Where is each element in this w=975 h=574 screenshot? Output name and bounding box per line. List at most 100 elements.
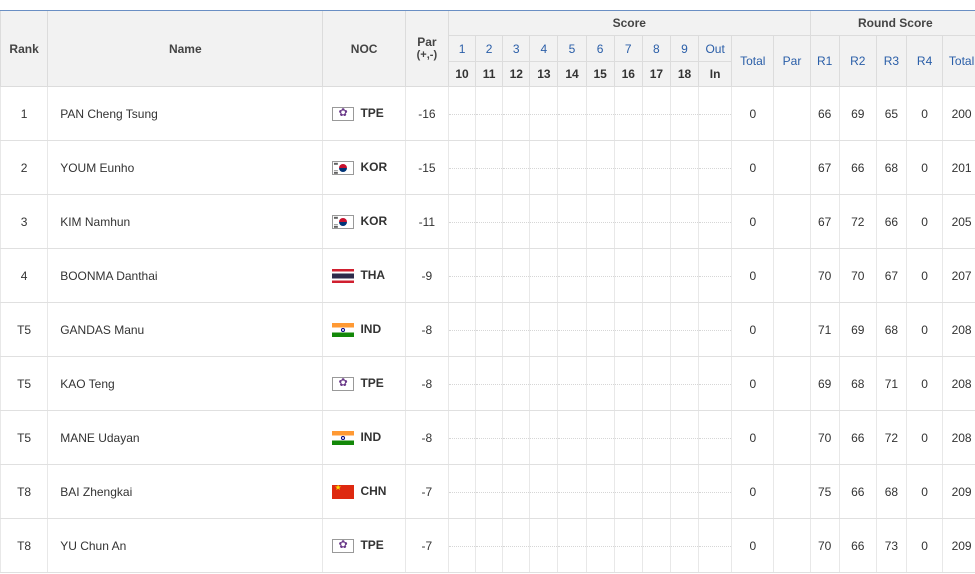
r4-cell: 0 [905,410,943,465]
table-row[interactable]: T5 MANE Udayan IND -8 0 70 66 72 0 208 [0,410,975,465]
col-rank: Rank [0,11,48,87]
group-score: Score [447,11,811,36]
col-par: Par (+,-) [404,11,449,87]
score-par-cell [773,464,811,519]
hole-score-cell [669,140,699,195]
hole-score-cell [529,464,559,519]
hole-score-cell [698,140,732,195]
r3-cell: 68 [875,302,907,357]
r2-cell: 66 [838,140,877,195]
r4-cell: 0 [905,194,943,249]
table-row[interactable]: 1PAN Cheng TsungTPE-1606669650200 [0,86,975,141]
hole-score-cell [613,86,643,141]
hole-score-cell [502,302,530,357]
r1-cell: 70 [809,518,840,573]
r2-cell: 66 [838,464,877,519]
hole-score-cell [447,464,476,519]
score-par-cell [773,86,811,141]
r2-cell: 69 [838,302,877,357]
round-total-cell: 208 [942,302,975,357]
noc-code: THA [360,268,386,283]
table-row[interactable]: 4 BOONMA Danthai THA -9 0 70 70 67 0 207 [0,248,975,303]
par-cell: -7 [404,464,449,519]
hole-score-cell [613,140,643,195]
col-noc: NOC [322,11,406,87]
hole-header-3: 3 [502,35,530,62]
hole-score-cell [698,302,732,357]
hole-score-cell [613,248,643,303]
hole-header-5: 5 [557,35,587,62]
kor-flag-icon [332,160,355,175]
noc-cell: KOR [322,194,406,249]
total-cell: 0 [731,464,774,519]
score-par-cell [773,194,811,249]
hole-score-cell [447,356,476,411]
round-total-cell: 208 [942,356,975,411]
col-r1: R1 [809,35,840,87]
r4-cell: 0 [905,302,943,357]
r1-cell: 71 [809,302,840,357]
r3-cell: 73 [875,518,907,573]
noc-cell: KOR [322,140,406,195]
round-total-cell: 209 [942,518,975,573]
score-par-cell [773,140,811,195]
leaderboard-page: Rank Name NOC Par (+,-) Score Round Scor… [0,0,975,574]
hole-score-cell [557,356,587,411]
par-cell: -11 [404,194,449,249]
r2-cell: 69 [838,86,877,141]
hole-score-cell [585,356,615,411]
hole-header-17: 17 [641,61,671,87]
r1-cell: 67 [809,140,840,195]
hole-score-cell [447,140,476,195]
round-total-cell: 209 [942,464,975,519]
hole-header-in: In [698,61,732,87]
table-row[interactable]: T8BAI ZhengkaiCHN-707566680209 [0,464,975,519]
r3-cell: 72 [875,410,907,465]
table-row[interactable]: T5 GANDAS Manu IND -8 0 71 69 68 0 208 [0,302,975,357]
noc-code: IND [360,322,382,337]
rank-cell: T8 [0,464,48,519]
hole-score-cell [613,302,643,357]
noc-code: IND [360,430,382,445]
hole-header-2: 2 [475,35,503,62]
hole-score-cell [557,86,587,141]
hole-score-cell [557,518,587,573]
hole-score-cell [557,410,587,465]
col-name: Name [47,11,323,87]
total-cell: 0 [731,86,774,141]
hole-score-cell [447,194,476,249]
table-row[interactable]: 3KIM NamhunKOR-1106772660205 [0,194,975,249]
hole-score-cell [669,518,699,573]
hole-score-cell [641,410,671,465]
total-cell: 0 [731,248,774,303]
par-cell: -16 [404,86,449,141]
hole-score-cell [475,464,503,519]
hole-header-6: 6 [585,35,615,62]
round-total-cell: 205 [942,194,975,249]
hole-score-cell [669,464,699,519]
hole-score-cell [447,86,476,141]
r4-cell: 0 [905,86,943,141]
rank-cell: 2 [0,140,48,195]
hole-score-cell [557,194,587,249]
hole-score-cell [585,410,615,465]
group-round-score: Round Score [809,11,975,36]
tha-flag-icon [332,268,355,283]
hole-score-cell [502,464,530,519]
table-row[interactable]: T5KAO TengTPE-806968710208 [0,356,975,411]
table-row[interactable]: T8YU Chun AnTPE-707066730209 [0,518,975,573]
hole-score-cell [613,410,643,465]
hole-score-cell [529,194,559,249]
player-name: GANDAS Manu [47,302,323,357]
hole-score-cell [557,302,587,357]
table-row[interactable]: 2YOUM EunhoKOR-1506766680201 [0,140,975,195]
score-par-cell [773,518,811,573]
col-par-sub: (+,-) [416,49,438,61]
hole-score-cell [502,86,530,141]
hole-header-18: 18 [669,61,699,87]
par-cell: -7 [404,518,449,573]
hole-header-16: 16 [613,61,643,87]
noc-code: KOR [360,214,388,229]
par-cell: -8 [404,410,449,465]
player-name: MANE Udayan [47,410,323,465]
